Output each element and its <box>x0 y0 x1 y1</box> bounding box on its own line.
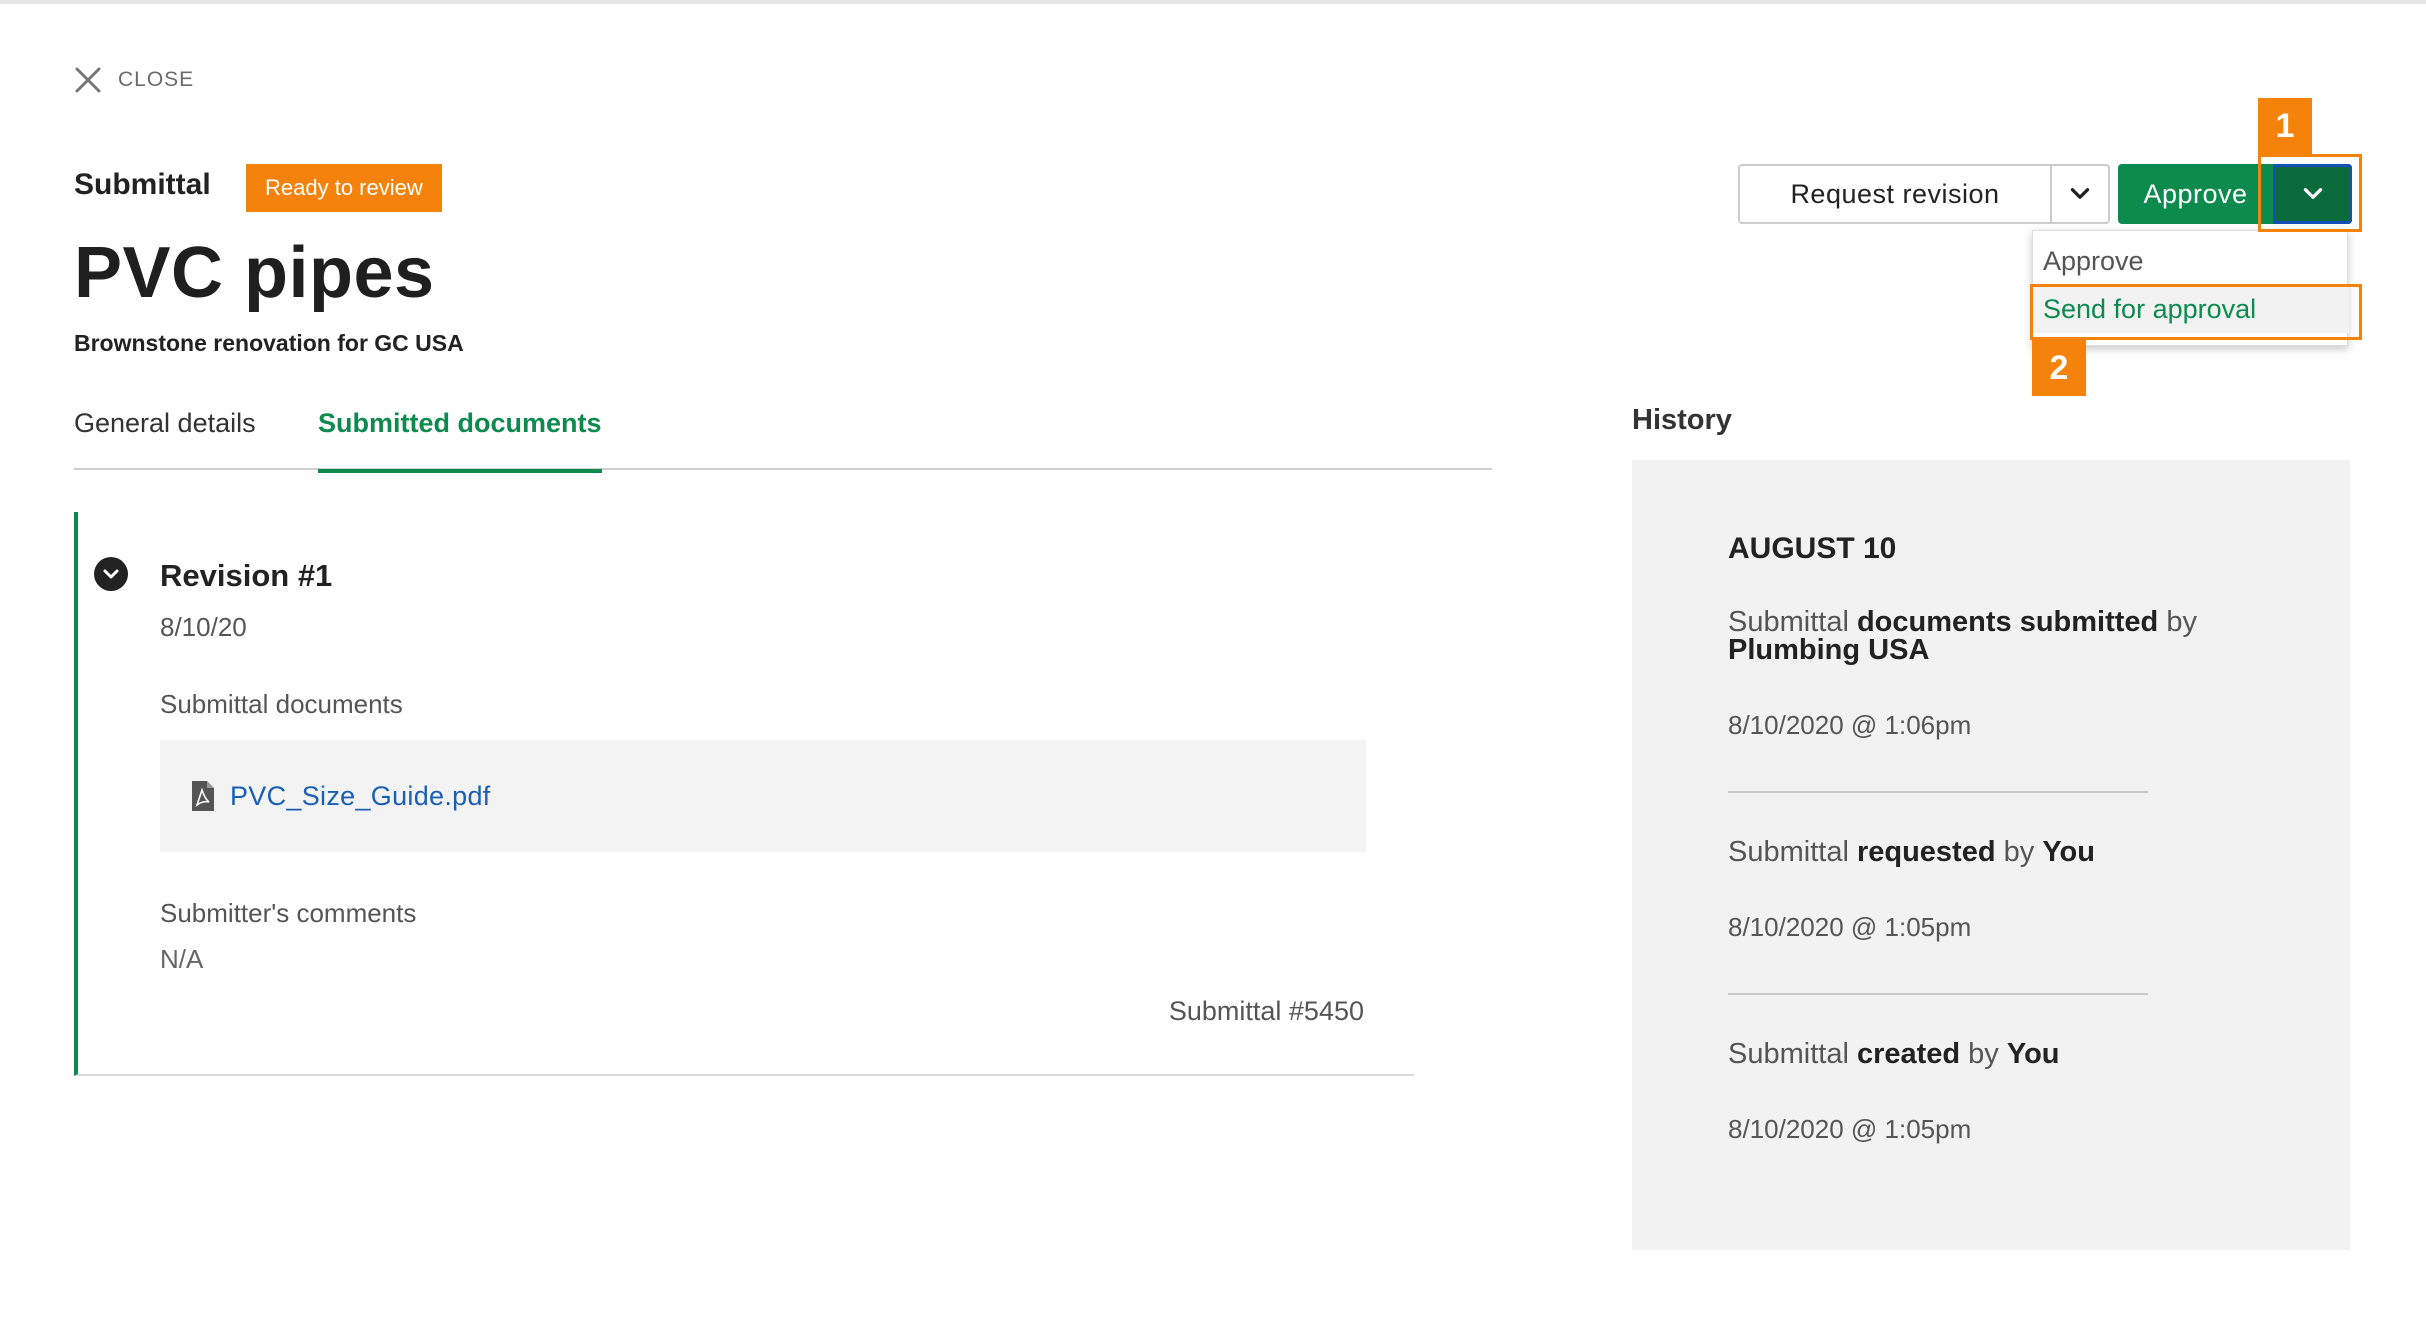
callout-number-2: 2 <box>2032 340 2086 396</box>
approve-dropdown-button[interactable] <box>2273 164 2352 224</box>
history-panel: AUGUST 10 Submittal documents submitted … <box>1632 460 2350 1250</box>
tab-submitted-documents[interactable]: Submitted documents <box>318 408 602 473</box>
chevron-down-icon <box>2303 188 2322 199</box>
revision-date: 8/10/20 <box>160 612 247 642</box>
history-entry: Submittal documents submitted by Plumbin… <box>1728 606 2197 666</box>
menu-item-send-for-approval[interactable]: Send for approval <box>2033 285 2349 333</box>
history-title: History <box>1632 404 1732 436</box>
menu-item-approve[interactable]: Approve <box>2033 237 2349 285</box>
history-entry: Submittal created by You <box>1728 1038 2060 1070</box>
approve-dropdown-menu: Approve Send for approval <box>2032 230 2349 346</box>
chevron-down-icon <box>103 569 119 579</box>
history-entry: Submittal requested by You <box>1728 836 2095 868</box>
close-icon <box>75 67 101 93</box>
revision-collapse-toggle[interactable] <box>94 557 128 591</box>
revision-panel: Revision #1 8/10/20 Submittal documents … <box>74 512 1414 1076</box>
close-label: CLOSE <box>118 68 195 91</box>
history-divider <box>1728 993 2148 995</box>
approve-button[interactable]: Approve <box>2118 164 2273 224</box>
callout-number-1: 1 <box>2258 98 2312 154</box>
approve-split-button: Approve <box>2118 164 2352 224</box>
submittal-type-label: Submittal <box>74 168 211 201</box>
submittal-documents-label: Submittal documents <box>160 689 403 719</box>
status-badge: Ready to review <box>246 164 442 212</box>
tab-general-details[interactable]: General details <box>74 408 256 470</box>
top-divider <box>0 0 2426 4</box>
history-timestamp: 8/10/2020 @ 1:05pm <box>1728 912 1972 942</box>
chevron-down-icon <box>2070 188 2090 199</box>
document-link[interactable]: PVC_Size_Guide.pdf <box>230 781 491 812</box>
request-revision-dropdown-button[interactable] <box>2050 166 2108 222</box>
submittal-number: Submittal #5450 <box>1168 996 1364 1026</box>
history-divider <box>1728 791 2148 793</box>
project-name: Brownstone renovation for GC USA <box>74 330 464 356</box>
document-item: PVC_Size_Guide.pdf <box>160 740 1366 852</box>
history-timestamp: 8/10/2020 @ 1:05pm <box>1728 1114 1972 1144</box>
request-revision-button[interactable]: Request revision <box>1740 166 2050 222</box>
history-timestamp: 8/10/2020 @ 1:06pm <box>1728 710 1972 740</box>
history-date: AUGUST 10 <box>1728 532 1897 565</box>
revision-title: Revision #1 <box>160 558 333 593</box>
request-revision-split-button: Request revision <box>1738 164 2110 224</box>
close-button[interactable]: CLOSE <box>74 66 194 94</box>
pdf-file-icon <box>192 781 214 811</box>
tab-bar: General details Submitted documents <box>74 408 1492 473</box>
page-title: PVC pipes <box>74 233 435 313</box>
submitter-comments-label: Submitter's comments <box>160 898 417 928</box>
submitter-comments-value: N/A <box>160 944 204 974</box>
